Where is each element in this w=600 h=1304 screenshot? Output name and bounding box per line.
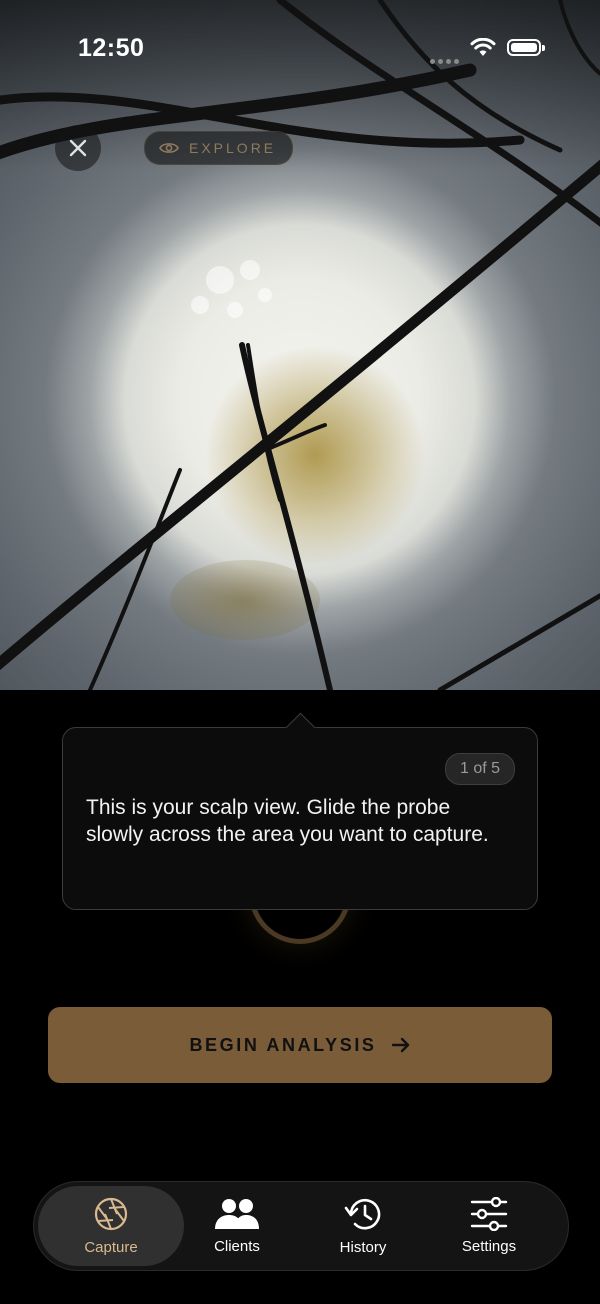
scalp-camera-view[interactable] (0, 0, 600, 690)
eye-icon (159, 143, 179, 153)
tab-settings-label: Settings (461, 1238, 517, 1255)
sliders-icon (470, 1197, 508, 1231)
explore-label: EXPLORE (189, 140, 277, 156)
arrow-right-icon (391, 1037, 409, 1053)
aperture-icon (94, 1197, 128, 1231)
tab-history[interactable]: History (290, 1186, 436, 1266)
tab-clients-label: Clients (214, 1238, 260, 1255)
explore-toggle[interactable]: EXPLORE (144, 131, 294, 165)
status-time: 12:50 (78, 34, 145, 62)
status-bar: 12:50 (0, 0, 600, 95)
close-icon (69, 139, 87, 157)
hair-strands (0, 0, 600, 690)
begin-analysis-label: BEGIN ANALYSIS (189, 1034, 377, 1055)
step-counter-badge: 1 of 5 (444, 753, 515, 785)
tab-clients[interactable]: Clients (164, 1186, 310, 1266)
begin-analysis-button[interactable]: BEGIN ANALYSIS (48, 1007, 552, 1083)
tab-settings[interactable]: Settings (416, 1186, 562, 1266)
tab-capture-label: Capture (84, 1239, 138, 1256)
tab-history-label: History (339, 1239, 387, 1256)
tab-capture[interactable]: Capture (38, 1186, 184, 1266)
cellular-signal-icon (430, 51, 462, 69)
battery-icon (507, 39, 545, 56)
tooltip-message: This is your scalp view. Glide the probe… (86, 796, 489, 846)
close-button[interactable] (55, 125, 101, 171)
history-icon (344, 1198, 381, 1230)
onboarding-tooltip: 1 of 5 This is your scalp view. Glide th… (62, 712, 538, 910)
wifi-icon (470, 38, 496, 56)
users-icon (215, 1199, 259, 1229)
tab-bar: Capture Clients History Settings (33, 1181, 569, 1271)
tooltip-arrow (285, 712, 316, 743)
